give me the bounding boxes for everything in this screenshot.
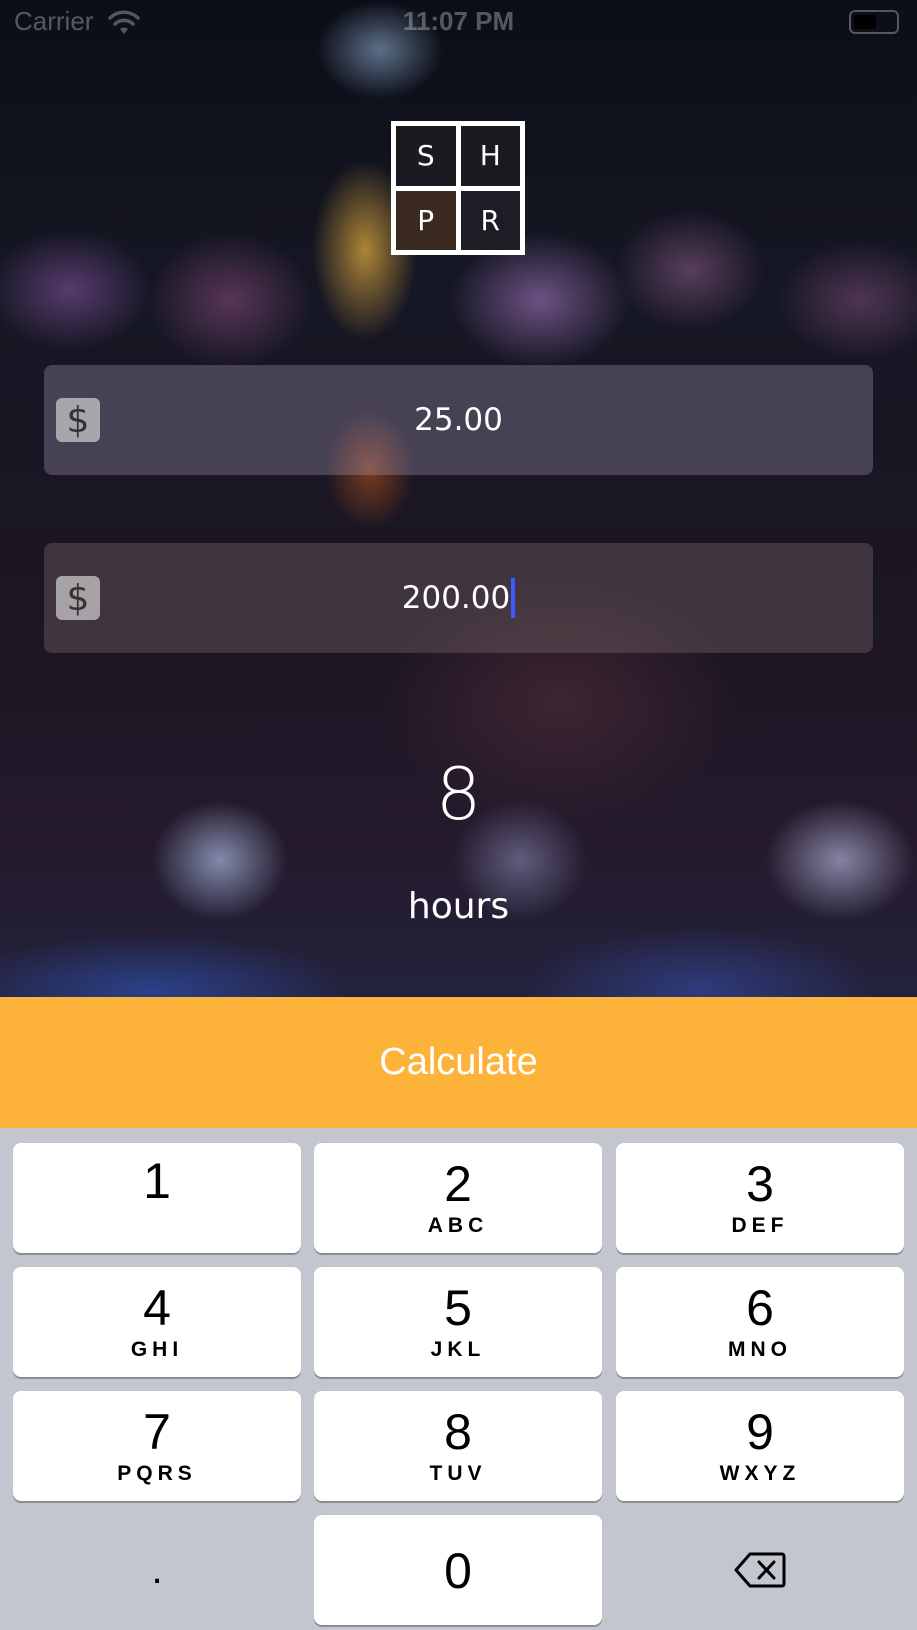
key-9[interactable]: 9 WXYZ: [616, 1391, 904, 1501]
key-digit: 7: [143, 1404, 171, 1460]
calculate-button[interactable]: Calculate: [0, 997, 917, 1128]
logo-letter: R: [460, 190, 520, 250]
key-digit: 5: [444, 1280, 472, 1336]
key-digit: 9: [746, 1404, 774, 1460]
delete-key[interactable]: [616, 1515, 904, 1625]
key-decimal[interactable]: .: [13, 1515, 301, 1625]
key-7[interactable]: 7 PQRS: [13, 1391, 301, 1501]
battery-level: [854, 15, 876, 29]
key-digit: 3: [746, 1156, 774, 1212]
key-4[interactable]: 4 GHI: [13, 1267, 301, 1377]
backspace-icon: [734, 1552, 786, 1588]
battery-icon: [849, 10, 899, 34]
logo-letter: P: [396, 190, 456, 250]
result-unit: hours: [407, 886, 510, 927]
key-1[interactable]: 1: [13, 1143, 301, 1253]
hourly-rate-field[interactable]: $ 25.00: [44, 365, 873, 475]
key-8[interactable]: 8 TUV: [314, 1391, 602, 1501]
amount-field[interactable]: $ 200.00: [44, 543, 873, 653]
key-letters: ABC: [427, 1214, 489, 1237]
key-5[interactable]: 5 JKL: [314, 1267, 602, 1377]
key-2[interactable]: 2 ABC: [314, 1143, 602, 1253]
status-bar: Carrier 11:07 PM: [0, 0, 917, 44]
key-6[interactable]: 6 MNO: [616, 1267, 904, 1377]
result-value: 8: [435, 752, 482, 836]
key-digit: 8: [444, 1404, 472, 1460]
key-digit: 2: [444, 1156, 472, 1212]
key-letters: TUV: [429, 1462, 487, 1485]
status-time: 11:07 PM: [402, 6, 515, 36]
key-digit: 0: [444, 1543, 472, 1599]
hourly-rate-value: 25.00: [414, 402, 503, 438]
logo-letter: H: [460, 126, 520, 186]
logo-letter: S: [396, 126, 456, 186]
key-0[interactable]: 0: [314, 1515, 602, 1625]
decimal-label: .: [151, 1548, 163, 1592]
key-digit: 1: [143, 1153, 171, 1209]
numeric-keypad: 1 2 ABC 3 DEF 4 GHI 5 JKL 6 MNO 7 PQRS 8…: [0, 1128, 917, 1630]
key-letters: MNO: [728, 1338, 792, 1361]
key-3[interactable]: 3 DEF: [616, 1143, 904, 1253]
key-letters: GHI: [130, 1338, 184, 1361]
app-logo: S H P R: [391, 121, 525, 255]
key-digit: 6: [746, 1280, 774, 1336]
key-letters: WXYZ: [719, 1462, 801, 1485]
amount-value-wrapper: 200.00: [44, 543, 873, 653]
text-cursor: [511, 577, 516, 618]
amount-value: 200.00: [401, 580, 511, 616]
key-letters: JKL: [430, 1338, 486, 1361]
key-letters: PQRS: [117, 1462, 197, 1485]
key-letters: DEF: [731, 1214, 789, 1237]
key-digit: 4: [143, 1280, 171, 1336]
